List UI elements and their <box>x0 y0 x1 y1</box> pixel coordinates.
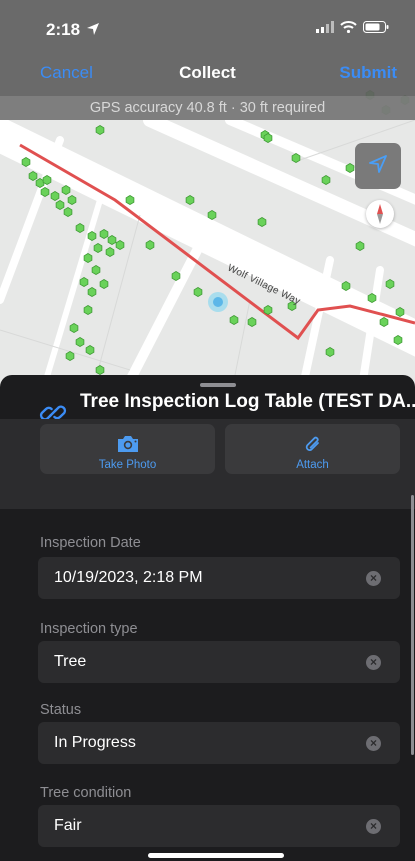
tree-marker[interactable] <box>263 133 273 143</box>
tree-marker[interactable] <box>395 307 405 317</box>
tree-marker[interactable] <box>393 335 403 345</box>
tree-marker[interactable] <box>229 315 239 325</box>
tree-marker[interactable] <box>83 305 93 315</box>
tree-marker[interactable] <box>63 207 73 217</box>
tree-marker[interactable] <box>67 195 77 205</box>
tree-marker[interactable] <box>321 175 331 185</box>
location-arrow-icon <box>86 22 100 40</box>
tree-marker[interactable] <box>171 271 181 281</box>
tree-marker[interactable] <box>61 185 71 195</box>
bottom-sheet: Tree Inspection Log Table (TEST DA... Ta… <box>0 375 415 861</box>
tree-marker[interactable] <box>91 265 101 275</box>
inspection-date-field[interactable]: 10/19/2023, 2:18 PM × <box>38 557 400 599</box>
clear-icon[interactable]: × <box>366 655 381 670</box>
gps-accuracy-banner: GPS accuracy 40.8 ft · 30 ft required <box>0 96 415 120</box>
tree-marker[interactable] <box>367 293 377 303</box>
tree-marker[interactable] <box>99 229 109 239</box>
tree-marker[interactable] <box>207 210 217 220</box>
status-field[interactable]: In Progress × <box>38 722 400 764</box>
tree-condition-field[interactable]: Fair × <box>38 805 400 847</box>
tree-marker[interactable] <box>21 157 31 167</box>
tree-marker[interactable] <box>145 240 155 250</box>
clear-icon[interactable]: × <box>366 736 381 751</box>
current-location-dot <box>213 297 223 307</box>
attach-label: Attach <box>296 459 329 471</box>
tree-marker[interactable] <box>42 175 52 185</box>
tree-marker[interactable] <box>257 217 267 227</box>
clear-icon[interactable]: × <box>366 819 381 834</box>
tree-marker[interactable] <box>115 240 125 250</box>
field-label: Tree condition <box>40 785 132 801</box>
tree-marker[interactable] <box>341 281 351 291</box>
tree-marker[interactable] <box>85 345 95 355</box>
tree-marker[interactable] <box>193 287 203 297</box>
tree-marker[interactable] <box>65 351 75 361</box>
field-value: Fair <box>54 817 82 834</box>
field-value: 10/19/2023, 2:18 PM <box>54 569 203 586</box>
tree-marker[interactable] <box>185 195 195 205</box>
attach-button[interactable]: Attach <box>225 424 400 474</box>
tree-marker[interactable] <box>99 279 109 289</box>
navigation-arrow-icon <box>368 154 388 179</box>
field-label: Status <box>40 702 82 718</box>
inspection-type-field[interactable]: Tree × <box>38 641 400 683</box>
locate-button[interactable] <box>355 143 401 189</box>
tree-marker[interactable] <box>291 153 301 163</box>
scrollbar[interactable] <box>411 495 414 755</box>
paperclip-icon <box>225 434 400 456</box>
tree-marker[interactable] <box>263 305 273 315</box>
status-time: 2:18 <box>46 20 81 39</box>
tree-marker[interactable] <box>345 163 355 173</box>
field-value: In Progress <box>54 734 136 751</box>
tree-marker[interactable] <box>40 187 50 197</box>
tree-marker[interactable] <box>107 235 117 245</box>
take-photo-button[interactable]: Take Photo <box>40 424 215 474</box>
tree-marker[interactable] <box>28 171 38 181</box>
signal-icon <box>316 20 334 38</box>
sheet-title: Tree Inspection Log Table (TEST DA... <box>80 391 415 412</box>
field-value: Tree <box>54 653 87 670</box>
tree-marker[interactable] <box>379 317 389 327</box>
nav-bar: Cancel Collect Submit <box>0 60 415 88</box>
tree-marker[interactable] <box>79 277 89 287</box>
camera-icon <box>40 434 215 454</box>
tree-marker[interactable] <box>125 195 135 205</box>
tree-marker[interactable] <box>93 243 103 253</box>
tree-marker[interactable] <box>87 287 97 297</box>
tree-marker[interactable] <box>385 279 395 289</box>
sheet-handle[interactable] <box>200 383 236 387</box>
tree-marker[interactable] <box>247 317 257 327</box>
field-label: Inspection type <box>40 621 138 637</box>
home-indicator <box>148 853 284 858</box>
clear-icon[interactable]: × <box>366 571 381 586</box>
tree-marker[interactable] <box>50 191 60 201</box>
take-photo-label: Take Photo <box>98 459 157 471</box>
submit-button[interactable]: Submit <box>339 63 397 83</box>
tree-marker[interactable] <box>55 200 65 210</box>
battery-icon <box>363 20 389 38</box>
tree-marker[interactable] <box>83 253 93 263</box>
tree-marker[interactable] <box>75 337 85 347</box>
compass-button[interactable] <box>366 200 394 228</box>
wifi-icon <box>340 20 357 38</box>
tree-marker[interactable] <box>87 231 97 241</box>
tree-marker[interactable] <box>69 323 79 333</box>
tree-marker[interactable] <box>105 247 115 257</box>
tree-marker[interactable] <box>325 347 335 357</box>
compass-icon <box>366 204 394 232</box>
attachment-actions: Take Photo Attach <box>0 419 415 509</box>
tree-marker[interactable] <box>95 365 105 375</box>
status-bar: 2:18 <box>0 18 415 46</box>
tree-marker[interactable] <box>75 223 85 233</box>
tree-marker[interactable] <box>95 125 105 135</box>
field-label: Inspection Date <box>40 535 141 551</box>
tree-marker[interactable] <box>355 241 365 251</box>
